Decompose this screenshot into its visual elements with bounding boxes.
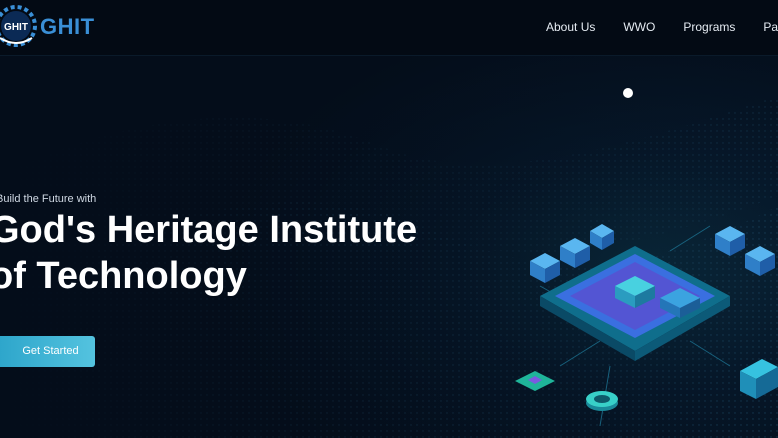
carousel-dot-icon[interactable] xyxy=(623,88,633,98)
gear-logo-icon[interactable]: GHIT xyxy=(0,4,38,48)
main-nav: About Us WWO Programs Partners xyxy=(546,20,778,34)
hero-title: God's Heritage Institute of Technology xyxy=(0,207,417,299)
nav-programs[interactable]: Programs xyxy=(683,20,735,34)
brand-name[interactable]: GHIT xyxy=(40,14,95,40)
hero-title-line1: God's Heritage Institute xyxy=(0,209,418,251)
navbar: GHIT GHIT About Us WWO Programs Partners xyxy=(0,0,778,56)
nav-partners[interactable]: Partners xyxy=(763,20,778,34)
hero-section: Build the Future with God's Heritage Ins… xyxy=(0,56,778,438)
nav-wwo[interactable]: WWO xyxy=(623,20,655,34)
page: GHIT GHIT About Us WWO Programs Partners xyxy=(0,0,778,438)
chip-illustration xyxy=(515,224,778,426)
logo-text: GHIT xyxy=(4,22,28,33)
hero-title-line2: of Technology xyxy=(0,255,247,297)
get-started-button[interactable]: Get Started xyxy=(0,336,95,367)
hero-tagline: Build the Future with xyxy=(0,193,97,205)
nav-about-us[interactable]: About Us xyxy=(546,20,595,34)
